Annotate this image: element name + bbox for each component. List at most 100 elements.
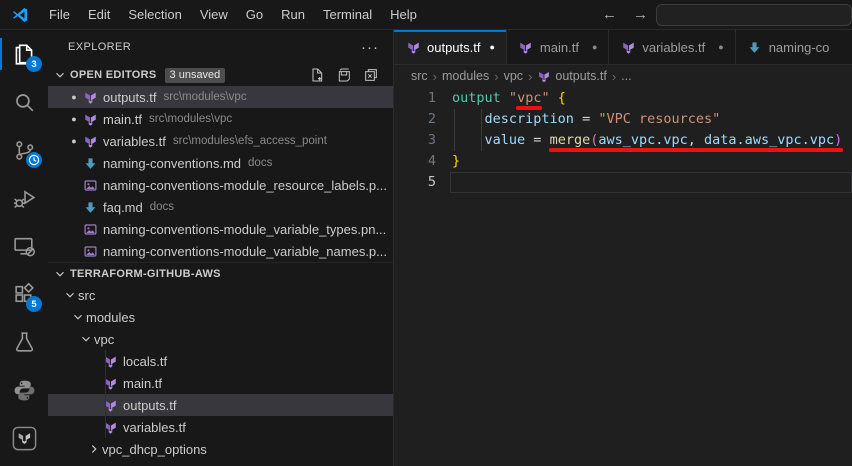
breadcrumb-modules[interactable]: modules [442, 69, 489, 83]
menu-terminal[interactable]: Terminal [314, 4, 381, 25]
breadcrumb: src › modules › vpc › outputs.tf ›... [394, 65, 852, 87]
terraform-icon [82, 111, 98, 127]
code-editor[interactable]: 1 output "vpc" {2 description = "VPC reso… [394, 87, 852, 466]
menu-selection[interactable]: Selection [119, 4, 190, 25]
line-number: 4 [427, 153, 436, 169]
menu-run[interactable]: Run [272, 4, 314, 25]
titlebar: File Edit Selection View Go Run Terminal Help ←… [0, 0, 852, 30]
file-path: src\modules\vpc [163, 91, 247, 103]
activitybar-source-control[interactable] [0, 126, 48, 174]
chevron-down-icon [62, 287, 78, 303]
code-line-4[interactable]: 4} [394, 151, 852, 172]
tree-item-variables.tf[interactable]: variables.tf [48, 416, 393, 438]
open-editor-naming-conventions-module_resource_labels.p...[interactable]: naming-conventions-module_resource_label… [48, 174, 393, 196]
project-section-header[interactable]: TERRAFORM-GITHUB-AWS [48, 262, 393, 284]
file-name: naming-conventions-module_variable_names… [103, 243, 387, 259]
terraform-icon [405, 39, 421, 55]
activitybar-remote-explorer[interactable] [0, 222, 48, 270]
tab-variables.tf[interactable]: variables.tf ● [609, 30, 736, 64]
file-name: faq.md [103, 199, 143, 215]
menu-file[interactable]: File [40, 4, 79, 25]
remote-explorer-icon [12, 234, 37, 259]
tree-item-outputs.tf[interactable]: outputs.tf [48, 394, 393, 416]
sidebar-header: EXPLORER ··· [48, 30, 393, 64]
activitybar-extensions[interactable]: 5 [0, 270, 48, 318]
breadcrumb-label: modules [442, 69, 490, 83]
command-center-search[interactable] [656, 3, 852, 26]
line-number: 1 [427, 90, 436, 106]
tree-item-locals.tf[interactable]: locals.tf [48, 350, 393, 372]
file-path: src\modules\vpc [149, 113, 233, 125]
modified-dot: ● [489, 42, 495, 52]
file-name: naming-conventions-module_variable_types… [103, 221, 387, 237]
open-editor-variables.tf[interactable]: ● variables.tf src\modules\efs_access_poin… [48, 130, 393, 152]
breadcrumb-separator: › [494, 68, 499, 84]
activity-bar: 35 [0, 30, 48, 466]
current-line-highlight [450, 172, 852, 193]
file-name: outputs.tf [103, 89, 157, 105]
activitybar-run-and-debug[interactable] [0, 174, 48, 222]
tree-item-label: locals.tf [123, 353, 168, 369]
menu-view[interactable]: View [191, 4, 237, 25]
history-forward-button[interactable]: → [625, 6, 656, 23]
tree-item-label: modules [86, 309, 136, 325]
close-all-button[interactable] [363, 67, 379, 83]
markdown-icon [82, 199, 98, 215]
code-line-2[interactable]: 2 description = "VPC resources" [394, 109, 852, 130]
breadcrumb-outputs.tf[interactable]: outputs.tf [537, 69, 607, 83]
more-actions-icon[interactable]: ··· [361, 39, 379, 56]
breadcrumb-label: vpc [503, 69, 524, 83]
tree-item-vpc_dhcp_options[interactable]: vpc_dhcp_options [48, 438, 393, 460]
file-name: naming-conventions-module_resource_label… [103, 177, 387, 193]
tab-label: naming-co [768, 39, 830, 55]
tree-item-modules[interactable]: modules [48, 306, 393, 328]
open-editor-naming-conventions.md[interactable]: naming-conventions.md docs [48, 152, 393, 174]
breadcrumb-...[interactable]: ... [621, 69, 631, 83]
tree-item-main.tf[interactable]: main.tf [48, 372, 393, 394]
breadcrumb-vpc[interactable]: vpc [504, 69, 523, 83]
menu-go[interactable]: Go [237, 4, 272, 25]
open-editor-outputs.tf[interactable]: ● outputs.tf src\modules\vpc [48, 86, 393, 108]
tree-item-vpc[interactable]: vpc [48, 328, 393, 350]
file-name: main.tf [103, 111, 143, 127]
chevron-down-icon [52, 67, 68, 83]
tree-item-src[interactable]: src [48, 284, 393, 306]
code-line-1[interactable]: 1 output "vpc" { [394, 88, 852, 109]
activitybar-terraform[interactable] [0, 414, 48, 462]
open-editor-main.tf[interactable]: ● main.tf src\modules\vpc [48, 108, 393, 130]
open-editor-naming-conventions-module_variable_names.p...[interactable]: naming-conventions-module_variable_names… [48, 240, 393, 262]
image-icon [82, 177, 98, 193]
explorer-sidebar: EXPLORER ··· OPEN EDITORS 3 unsaved ● outp… [48, 30, 394, 466]
open-editors-header[interactable]: OPEN EDITORS 3 unsaved [48, 64, 393, 86]
save-all-button[interactable] [336, 67, 352, 83]
tree-indent-guide [105, 350, 106, 438]
tree-item-label: src [78, 287, 96, 303]
open-editor-naming-conventions-module_variable_types.pn...[interactable]: naming-conventions-module_variable_types… [48, 218, 393, 240]
tab-outputs.tf[interactable]: outputs.tf ● [394, 30, 507, 64]
chevron-down-icon [78, 331, 94, 347]
activitybar-python[interactable] [0, 366, 48, 414]
code-line-3[interactable]: 3 value = merge(aws_vpc.vpc, data.aws_vp… [394, 130, 852, 151]
history-back-button[interactable]: ← [594, 6, 625, 23]
new-file-button[interactable] [309, 67, 325, 83]
activitybar-search[interactable] [0, 78, 48, 126]
modified-dot: ● [71, 92, 77, 102]
menu-help[interactable]: Help [381, 4, 426, 25]
unsaved-count-badge: 3 unsaved [164, 67, 226, 83]
tab-main.tf[interactable]: main.tf ● [506, 30, 610, 64]
activitybar-explorer[interactable]: 3 [0, 30, 48, 78]
project-name: TERRAFORM-GITHUB-AWS [70, 267, 221, 280]
activitybar-testing[interactable] [0, 318, 48, 366]
tab-naming-co[interactable]: naming-co [735, 30, 852, 64]
open-editor-faq.md[interactable]: faq.md docs [48, 196, 393, 218]
breadcrumb-separator: › [432, 68, 438, 84]
menu-edit[interactable]: Edit [79, 4, 119, 25]
tree-item-label: vpc [94, 331, 115, 347]
open-editors-list: ● outputs.tf src\modules\vpc ● main.tf src\mo… [48, 86, 393, 262]
tree-item-label: vpc_dhcp_options [102, 441, 207, 457]
workbench: 35 EXPLORER ··· OPEN EDITORS 3 unsaved ● o… [0, 30, 852, 466]
code-line-5[interactable]: 5 [394, 172, 852, 193]
clock-badge [26, 152, 42, 168]
file-name: variables.tf [103, 133, 166, 149]
breadcrumb-src[interactable]: src [411, 69, 428, 83]
